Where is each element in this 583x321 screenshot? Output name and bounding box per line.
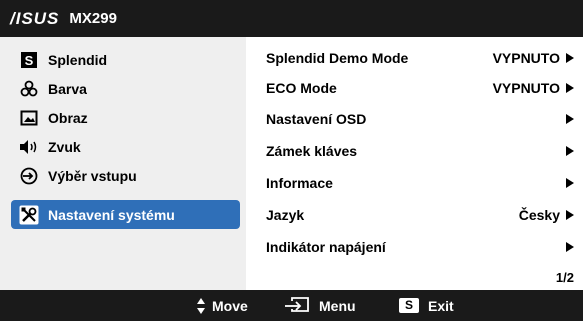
exit-label: Exit (428, 297, 454, 314)
sidebar-item-vyber-vstupu[interactable]: Výběr vstupu (11, 161, 240, 190)
row-label: Informace (266, 174, 333, 191)
row-value: VYPNUTO (492, 49, 560, 66)
sidebar-item-nastaveni-systemu[interactable]: Nastavení systému (11, 200, 240, 229)
s-key-icon: S (399, 298, 419, 313)
sidebar-item-barva[interactable]: Barva (11, 74, 240, 103)
sidebar-item-label: Barva (48, 80, 87, 97)
title-bar: /ISUS MX299 (0, 0, 583, 37)
splendid-s-icon: S (19, 50, 39, 70)
image-icon (19, 108, 39, 128)
menu-row-jazyk[interactable]: Jazyk Česky (266, 200, 574, 229)
enter-key-icon (285, 296, 309, 312)
menu-row-eco-mode[interactable]: ECO Mode VYPNUTO (266, 73, 574, 102)
arrow-right-icon (566, 241, 574, 252)
sidebar: S Splendid Barva Obraz Zvuk Výběr vstupu… (0, 37, 246, 290)
exit-hint[interactable]: S Exit (399, 290, 454, 321)
arrow-right-icon (566, 177, 574, 188)
sidebar-item-obraz[interactable]: Obraz (11, 103, 240, 132)
sidebar-item-zvuk[interactable]: Zvuk (11, 132, 240, 161)
menu-row-indikator-napajeni[interactable]: Indikátor napájení (266, 232, 574, 261)
footer-bar: Move Menu S Exit (0, 290, 583, 321)
input-select-icon (19, 166, 39, 186)
sidebar-item-label: Nastavení systému (48, 206, 175, 223)
menu-row-splendid-demo-mode[interactable]: Splendid Demo Mode VYPNUTO (266, 43, 574, 72)
arrow-right-icon (566, 52, 574, 63)
asus-logo: /ISUS (10, 8, 60, 28)
row-label: ECO Mode (266, 79, 337, 96)
row-value: Česky (518, 206, 560, 223)
arrow-right-icon (566, 113, 574, 124)
osd-window: /ISUS MX299 S Splendid Barva Obraz Zvuk (0, 0, 583, 321)
menu-row-nastaveni-osd[interactable]: Nastavení OSD (266, 104, 574, 133)
menu-label: Menu (319, 297, 356, 314)
menu-row-zamek-klaves[interactable]: Zámek kláves (266, 136, 574, 165)
menu-row-informace[interactable]: Informace (266, 168, 574, 197)
tools-icon (19, 205, 39, 225)
arrow-right-icon (566, 209, 574, 220)
move-label: Move (212, 297, 248, 314)
sidebar-item-splendid[interactable]: S Splendid (11, 45, 240, 74)
row-value: VYPNUTO (492, 79, 560, 96)
sidebar-item-label: Obraz (48, 109, 88, 126)
up-down-arrows-icon (197, 297, 205, 314)
arrow-right-icon (566, 145, 574, 156)
row-label: Indikátor napájení (266, 238, 386, 255)
sidebar-item-label: Splendid (48, 51, 108, 68)
row-label: Zámek kláves (266, 142, 358, 159)
row-label: Jazyk (266, 206, 305, 223)
sidebar-item-label: Výběr vstupu (48, 167, 137, 184)
menu-hint[interactable]: Menu (284, 290, 356, 321)
color-icon (19, 79, 39, 99)
model-name: MX299 (69, 10, 117, 27)
submenu-panel: Splendid Demo Mode VYPNUTO ECO Mode VYPN… (246, 37, 583, 290)
row-label: Nastavení OSD (266, 110, 367, 127)
page-indicator: 1/2 (555, 270, 574, 285)
sidebar-item-label: Zvuk (48, 138, 81, 155)
svg-text:S: S (25, 53, 34, 68)
arrow-right-icon (566, 82, 574, 93)
speaker-icon (19, 137, 39, 157)
row-label: Splendid Demo Mode (266, 49, 409, 66)
move-hint[interactable]: Move (196, 290, 248, 321)
